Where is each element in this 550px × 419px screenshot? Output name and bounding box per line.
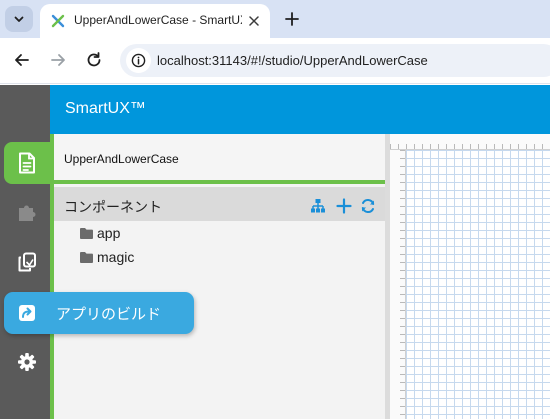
tree-item-label: app — [97, 225, 121, 241]
info-icon — [131, 53, 146, 68]
horizontal-ruler — [390, 134, 550, 150]
url-text: localhost:31143/#!/studio/UpperAndLowerC… — [157, 53, 428, 68]
new-tab-icon[interactable] — [283, 10, 301, 28]
components-title: コンポーネント — [64, 199, 162, 215]
add-icon[interactable] — [336, 198, 352, 214]
address-bar[interactable]: localhost:31143/#!/studio/UpperAndLowerC… — [120, 44, 550, 77]
rail-item-document[interactable] — [4, 142, 50, 184]
rail-item-plugins[interactable] — [4, 191, 50, 233]
refresh-icon[interactable] — [360, 198, 376, 214]
components-header: コンポーネント — [54, 187, 385, 221]
site-info-button[interactable] — [126, 48, 151, 73]
close-icon[interactable] — [247, 14, 261, 28]
tab-search-button[interactable] — [5, 6, 33, 32]
browser-tabstrip: UpperAndLowerCase - SmartUX — [0, 0, 550, 38]
design-canvas[interactable] — [390, 134, 550, 419]
tree-item-label: magic — [97, 249, 135, 265]
gear-icon — [18, 353, 36, 371]
project-name: UpperAndLowerCase — [64, 152, 179, 166]
browser-tab-active[interactable]: UpperAndLowerCase - SmartUX — [40, 4, 270, 38]
browser-toolbar: localhost:31143/#!/studio/UpperAndLowerC… — [0, 38, 550, 84]
smartux-favicon-icon — [51, 14, 65, 28]
vertical-ruler — [390, 150, 406, 419]
forward-arrow-icon[interactable] — [48, 50, 68, 70]
tree-item-app[interactable]: app — [80, 223, 120, 243]
brand-title: SmartUX™ — [65, 100, 146, 117]
back-arrow-icon[interactable] — [12, 50, 32, 70]
folder-icon — [80, 227, 93, 239]
components-panel: UpperAndLowerCase コンポーネント app magic — [50, 134, 385, 419]
tab-title: UpperAndLowerCase - SmartUX — [74, 13, 242, 27]
chevron-down-icon — [14, 16, 24, 22]
build-app-button[interactable]: アプリのビルド — [4, 292, 194, 334]
app-header: SmartUX™ — [50, 85, 550, 134]
folder-icon — [80, 251, 93, 263]
build-app-label: アプリのビルド — [56, 306, 162, 323]
hierarchy-icon[interactable] — [310, 198, 326, 214]
share-arrow-icon — [19, 305, 35, 321]
document-icon — [19, 152, 35, 174]
side-rail — [0, 85, 50, 419]
rail-item-settings[interactable] — [4, 341, 50, 383]
copy-icon — [18, 252, 36, 272]
puzzle-icon — [19, 205, 36, 221]
project-header[interactable]: UpperAndLowerCase — [54, 134, 385, 184]
rail-item-copy[interactable] — [4, 241, 50, 283]
tree-item-magic[interactable]: magic — [80, 247, 134, 267]
reload-icon[interactable] — [84, 50, 104, 70]
